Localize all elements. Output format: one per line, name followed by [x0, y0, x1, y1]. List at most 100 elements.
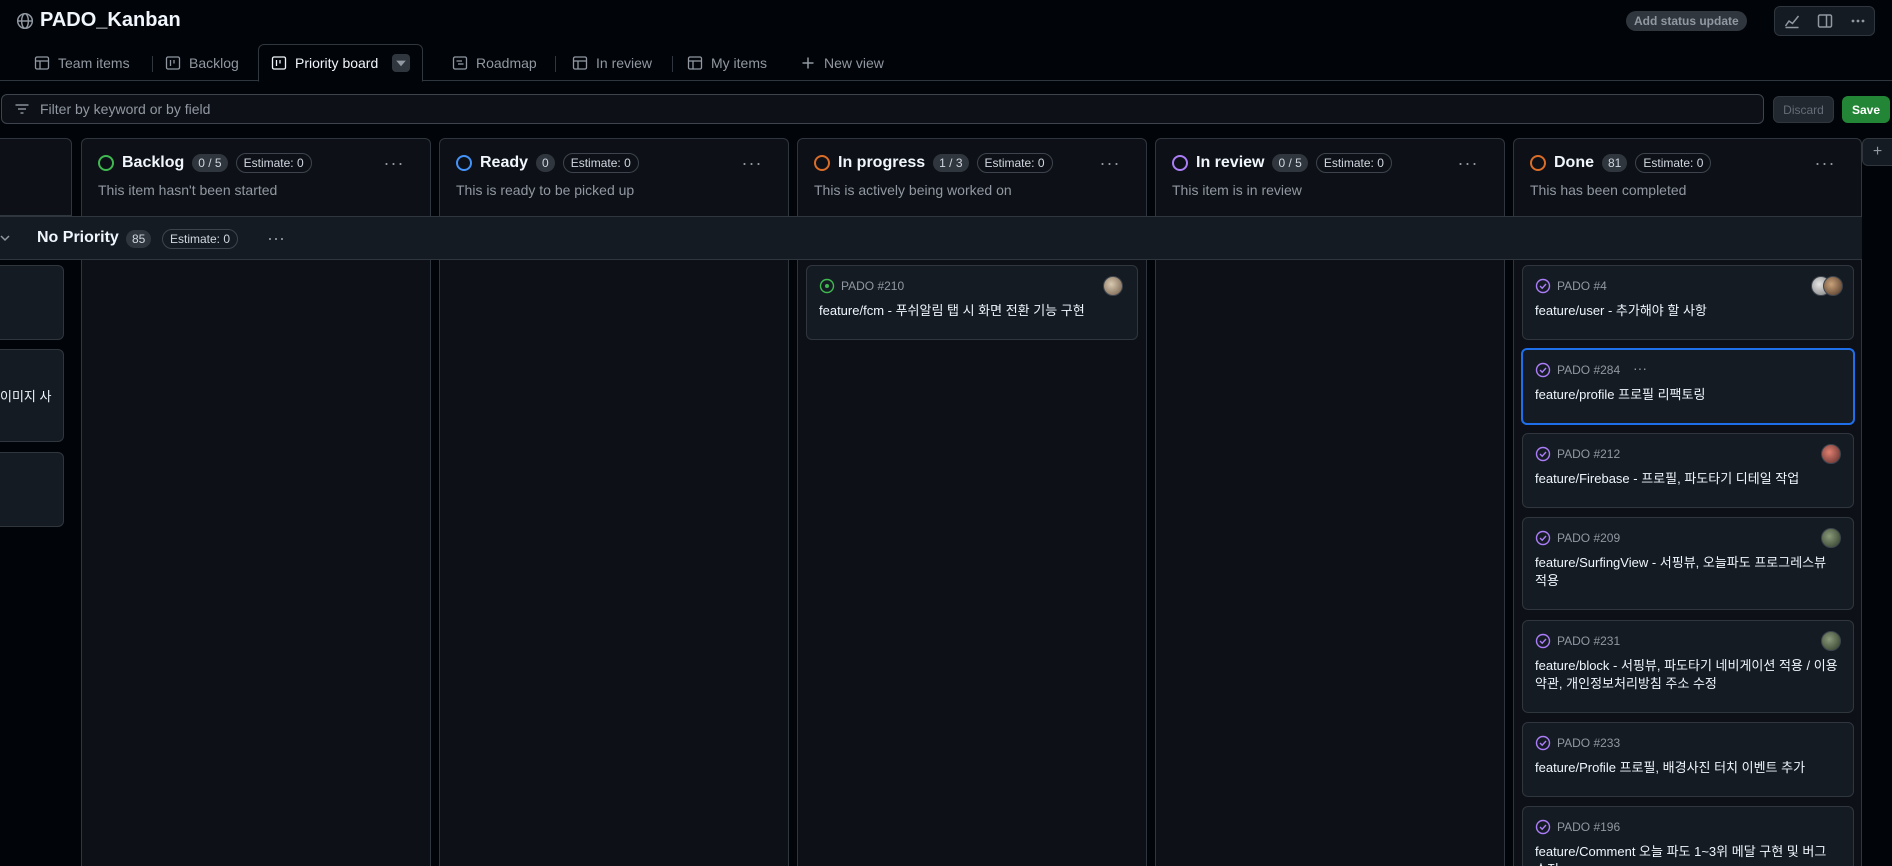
card-title[interactable]: feature/SurfingView - 서핑뷰, 오늘파도 프로그레스뷰 적… — [1535, 554, 1839, 590]
column-title: In review 0 / 5 Estimate: 0 — [1172, 153, 1392, 173]
column-name: Done — [1554, 154, 1594, 171]
column-title: In progress 1 / 3 Estimate: 0 — [814, 153, 1053, 173]
card-pado-196[interactable]: PADO #196 feature/Comment 오늘 파도 1~3위 메달 … — [1522, 806, 1854, 866]
chevron-down-icon[interactable] — [0, 230, 16, 246]
tab-roadmap[interactable]: Roadmap — [440, 44, 549, 81]
plus-icon: + — [1872, 143, 1883, 160]
column-count: 0 — [536, 154, 555, 172]
tab-my-items[interactable]: My items — [675, 44, 779, 81]
column-estimate: Estimate: 0 — [235, 153, 312, 173]
card-number: PADO #209 — [1535, 530, 1620, 546]
tab-label: Backlog — [189, 54, 239, 71]
card-number-text: PADO #210 — [841, 279, 905, 293]
issue-closed-icon — [1535, 633, 1551, 649]
tab-divider — [555, 56, 556, 72]
filter-input[interactable]: Filter by keyword or by field — [1, 94, 1764, 124]
issue-closed-icon — [1535, 278, 1551, 294]
card-number-text: PADO #196 — [1557, 820, 1621, 834]
column-name: In review — [1196, 154, 1265, 171]
card-menu-icon[interactable]: ··· — [1633, 360, 1647, 376]
column-count: 0 / 5 — [192, 154, 228, 172]
card-number: PADO #233 — [1535, 735, 1620, 751]
tab-team-items[interactable]: Team items — [22, 44, 142, 81]
issue-closed-icon — [1535, 819, 1551, 835]
card-title[interactable]: feature/Profile 프로필, 배경사진 터치 이벤트 추가 — [1535, 759, 1839, 777]
card-number: PADO #210 — [819, 278, 904, 294]
card-title[interactable]: feature/user - 추가해야 할 사항 — [1535, 302, 1839, 320]
tab-backlog[interactable]: Backlog — [153, 44, 251, 81]
card-pado-210[interactable]: PADO #210 feature/fcm - 푸쉬알림 탭 시 화면 전환 기… — [806, 265, 1138, 340]
card-number: PADO #284 — [1535, 362, 1620, 378]
column-title: Done 81 Estimate: 0 — [1530, 153, 1712, 173]
column-menu-icon[interactable]: ··· — [738, 151, 766, 175]
group-menu-icon[interactable]: ··· — [262, 226, 290, 250]
tab-priority-board[interactable]: Priority board — [258, 44, 424, 82]
card-pado-233[interactable]: PADO #233 feature/Profile 프로필, 배경사진 터치 이… — [1522, 722, 1854, 797]
card-pado-209[interactable]: PADO #209 feature/SurfingView - 서핑뷰, 오늘파… — [1522, 517, 1854, 610]
status-circle-icon — [1172, 155, 1188, 171]
column-title: Ready 0 Estimate: 0 — [456, 153, 639, 173]
filter-icon — [15, 104, 29, 114]
column-menu-icon[interactable]: ··· — [1096, 151, 1124, 175]
column-description: This item hasn't been started — [98, 182, 278, 198]
new-view-button[interactable]: New view — [788, 44, 896, 81]
avatar[interactable] — [1821, 631, 1841, 651]
board-icon — [271, 56, 287, 70]
issue-closed-icon — [1535, 735, 1551, 751]
issue-closed-icon — [1535, 446, 1551, 462]
more-options-icon[interactable] — [1841, 7, 1874, 35]
save-button[interactable]: Save — [1842, 96, 1890, 123]
plus-icon — [802, 57, 814, 68]
status-circle-icon — [98, 155, 114, 171]
card-title[interactable]: feature/Comment 오늘 파도 1~3위 메달 구현 및 버그 수정 — [1535, 843, 1839, 866]
column-header: Ready 0 Estimate: 0 This is ready to be … — [440, 139, 788, 217]
add-column-button[interactable]: + — [1862, 138, 1892, 166]
card-partial[interactable] — [0, 265, 64, 340]
column-description: This is ready to be picked up — [456, 182, 635, 198]
chevron-down-icon[interactable] — [392, 54, 411, 72]
project-name: PADO_Kanban — [40, 9, 181, 31]
card-number-text: PADO #231 — [1557, 634, 1621, 648]
avatar[interactable] — [1821, 444, 1841, 464]
partial-column-left — [0, 138, 72, 216]
card-pado-212[interactable]: PADO #212 feature/Firebase - 프로필, 파도타기 디… — [1522, 433, 1854, 508]
card-number: PADO #4 — [1535, 278, 1607, 294]
insights-icon[interactable] — [1775, 7, 1808, 35]
card-title[interactable]: feature/block - 서핑뷰, 파도타기 네비게이션 적용 / 이용약… — [1535, 657, 1839, 693]
add-status-update-button[interactable]: Add status update — [1626, 11, 1747, 31]
card-pado-4[interactable]: PADO #4 feature/user - 추가해야 할 사항 — [1522, 265, 1854, 340]
column-menu-icon[interactable]: ··· — [1811, 151, 1839, 175]
discard-button[interactable]: Discard — [1773, 96, 1834, 123]
avatar[interactable] — [1103, 276, 1123, 296]
side-panel-icon[interactable] — [1808, 7, 1841, 35]
card-title[interactable]: feature/Firebase - 프로필, 파도타기 디테일 작업 — [1535, 470, 1839, 488]
column-count: 81 — [1602, 154, 1628, 172]
column-count: 0 / 5 — [1272, 154, 1308, 172]
filter-placeholder: Filter by keyword or by field — [40, 101, 211, 117]
card-title[interactable]: feature/fcm - 푸쉬알림 탭 시 화면 전환 기능 구현 — [819, 302, 1123, 320]
globe-icon — [16, 12, 34, 29]
card-pado-231[interactable]: PADO #231 feature/block - 서핑뷰, 파도타기 네비게이… — [1522, 620, 1854, 713]
group-row-no-priority[interactable]: No Priority 85 Estimate: 0 ··· — [0, 216, 1862, 260]
column-estimate: Estimate: 0 — [562, 153, 639, 173]
group-name: No Priority — [37, 229, 119, 246]
column-description: This item is in review — [1172, 182, 1302, 198]
issue-open-icon — [819, 278, 835, 294]
card-partial[interactable]: 이미지 사 — [0, 349, 64, 442]
card-number: PADO #196 — [1535, 819, 1620, 835]
column-estimate: Estimate: 0 — [1315, 153, 1392, 173]
card-number-text: PADO #209 — [1557, 531, 1621, 545]
card-title[interactable]: feature/profile 프로필 리팩토링 — [1535, 386, 1839, 404]
column-menu-icon[interactable]: ··· — [1454, 151, 1482, 175]
avatar[interactable] — [1823, 276, 1843, 296]
tab-in-review[interactable]: In review — [560, 44, 664, 81]
view-tabs: Team items Backlog Priority board Roadma… — [0, 44, 1892, 82]
avatar[interactable] — [1821, 528, 1841, 548]
card-number: PADO #212 — [1535, 446, 1620, 462]
tab-label: My items — [711, 54, 767, 71]
card-pado-284[interactable]: PADO #284 ··· feature/profile 프로필 리팩토링 — [1521, 348, 1855, 425]
card-partial[interactable] — [0, 452, 64, 527]
tab-label: Priority board — [295, 55, 379, 71]
column-estimate: Estimate: 0 — [1635, 153, 1712, 173]
column-menu-icon[interactable]: ··· — [380, 151, 408, 175]
